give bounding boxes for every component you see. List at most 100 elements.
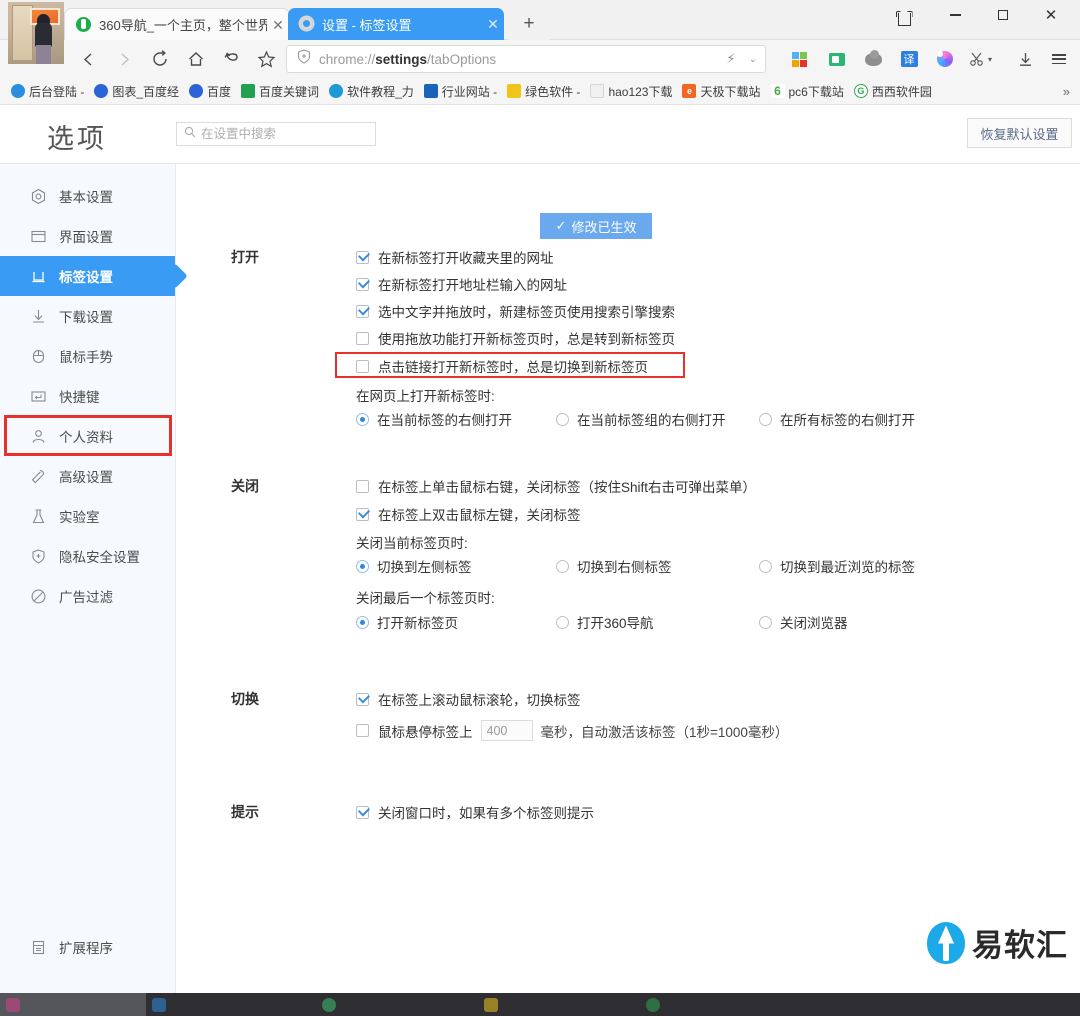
reset-defaults-button[interactable]: 恢复默认设置	[967, 118, 1072, 148]
download-icon[interactable]	[1010, 44, 1040, 74]
back-button[interactable]	[72, 43, 104, 75]
checkbox-label: 在标签上双击鼠标左键，关闭标签	[378, 508, 581, 523]
scissors-dropdown-icon[interactable]: ▾	[984, 44, 996, 74]
checkbox-row-prompt-on-close-window[interactable]: 关闭窗口时，如果有多个标签则提示	[356, 802, 594, 822]
undo-button[interactable]	[216, 43, 248, 75]
taskbar-item[interactable]	[322, 996, 341, 1013]
checkbox-row-dblclick-close-tab[interactable]: 在标签上双击鼠标左键，关闭标签	[356, 504, 581, 524]
skin-theme-button[interactable]	[882, 3, 924, 33]
address-bar[interactable]: chrome://settings/tabOptions ⚡ ⌄	[286, 45, 766, 73]
checkbox-row-hover-activate-tab[interactable]: 鼠标悬停标签上 毫秒，自动激活该标签（1秒=1000毫秒）	[356, 720, 788, 741]
radio-indicator[interactable]	[556, 559, 569, 573]
new-tab-button[interactable]: +	[508, 8, 550, 40]
radio-switch-to-right-tab[interactable]: 切换到右侧标签	[556, 556, 672, 576]
search-input[interactable]	[201, 127, 361, 141]
bookmark-item[interactable]: 行业网站 -	[419, 81, 502, 102]
checkbox-row-open-urlbar-newtab[interactable]: 在新标签打开地址栏输入的网址	[356, 274, 567, 294]
bookmark-item[interactable]: 6 pc6下载站	[766, 81, 849, 102]
tab-1-close-icon[interactable]: ✕	[267, 18, 289, 32]
sidebar-item-extensions[interactable]: 扩展程序	[0, 927, 176, 967]
bookmark-item[interactable]: 绿色软件 -	[502, 81, 585, 102]
sidebar-item-basic[interactable]: 基本设置	[0, 176, 175, 216]
hover-delay-input[interactable]	[480, 720, 533, 741]
sidebar-item-lab[interactable]: 实验室	[0, 496, 175, 536]
radio-open-right-of-tab-group[interactable]: 在当前标签组的右侧打开	[556, 409, 726, 429]
radio-switch-to-recent-tab[interactable]: 切换到最近浏览的标签	[759, 556, 915, 576]
ai-swirl-icon[interactable]	[930, 44, 960, 74]
checkbox-indicator[interactable]	[356, 277, 369, 291]
bookmark-item[interactable]: hao123下载	[585, 81, 677, 102]
checkbox-indicator[interactable]	[356, 692, 369, 706]
bookmark-item[interactable]: e 天极下载站	[677, 81, 765, 102]
bookmark-star-button[interactable]	[250, 43, 282, 75]
sidebar-item-interface[interactable]: 界面设置	[0, 216, 175, 256]
cloud-icon[interactable]	[858, 44, 888, 74]
bookmark-item[interactable]: 百度	[184, 81, 236, 102]
maximize-button[interactable]	[982, 0, 1024, 30]
sidebar-item-ad-filter[interactable]: 广告过滤	[0, 576, 175, 616]
sidebar-item-advanced[interactable]: 高级设置	[0, 456, 175, 496]
radio-indicator[interactable]	[356, 412, 369, 426]
checkbox-indicator[interactable]	[356, 507, 369, 521]
sidebar-item-privacy[interactable]: 隐私安全设置	[0, 536, 175, 576]
home-button[interactable]	[180, 43, 212, 75]
bookmarks-overflow-button[interactable]: »	[1063, 84, 1070, 99]
checkbox-indicator[interactable]	[356, 250, 369, 264]
taskbar-item[interactable]	[646, 996, 665, 1013]
main-menu-icon[interactable]	[1044, 44, 1074, 74]
checkbox-row-scroll-switch-tab[interactable]: 在标签上滚动鼠标滚轮，切换标签	[356, 689, 581, 709]
radio-indicator[interactable]	[556, 615, 569, 629]
radio-switch-to-left-tab[interactable]: 切换到左侧标签	[356, 556, 472, 576]
radio-indicator[interactable]	[556, 412, 569, 426]
search-box[interactable]	[176, 122, 376, 146]
radio-indicator[interactable]	[356, 615, 369, 629]
sidebar-item-tabs[interactable]: 标签设置	[0, 256, 175, 296]
sidebar-item-profile[interactable]: 个人资料	[0, 416, 175, 456]
bookmark-item[interactable]: G 西西软件园	[849, 81, 937, 102]
checkbox-indicator[interactable]	[356, 304, 369, 318]
sidebar-item-shortcuts[interactable]: 快捷键	[0, 376, 175, 416]
sidebar-item-mouse-gesture[interactable]: 鼠标手势	[0, 336, 175, 376]
wallet-icon[interactable]	[822, 44, 852, 74]
bookmark-item[interactable]: 后台登陆 -	[6, 81, 89, 102]
bookmark-item[interactable]: 图表_百度经	[89, 81, 184, 102]
tab-2-close-icon[interactable]: ✕	[482, 17, 504, 31]
checkbox-indicator[interactable]	[356, 479, 369, 493]
checkbox-indicator[interactable]	[356, 724, 369, 737]
checkbox-indicator[interactable]	[356, 805, 369, 819]
translate-icon[interactable]: 译	[894, 44, 924, 74]
radio-open-right-of-all-tabs[interactable]: 在所有标签的右侧打开	[759, 409, 915, 429]
checkbox-row-drag-goto-newtab[interactable]: 使用拖放功能打开新标签页时，总是转到新标签页	[356, 328, 675, 348]
minimize-button[interactable]	[934, 0, 976, 30]
close-window-button[interactable]: ✕	[1030, 0, 1072, 30]
bookmark-item[interactable]: 百度关键词	[236, 81, 324, 102]
sidebar-item-label: 鼠标手势	[59, 350, 113, 365]
radio-indicator[interactable]	[759, 615, 772, 629]
apps-grid-icon[interactable]	[784, 44, 814, 74]
radio-open-new-tab-page[interactable]: 打开新标签页	[356, 612, 458, 632]
undo-arrow-icon	[224, 52, 238, 61]
browser-tab-2-active[interactable]: 设置 - 标签设置 ✕	[288, 8, 504, 40]
radio-indicator[interactable]	[759, 412, 772, 426]
lightning-icon[interactable]: ⚡	[721, 51, 741, 67]
reload-button[interactable]	[144, 43, 176, 75]
bookmark-item[interactable]: 软件教程_力	[324, 81, 419, 102]
radio-indicator[interactable]	[356, 559, 369, 573]
browser-tab-1[interactable]: 360导航_一个主页，整个世界 ✕	[64, 8, 290, 40]
checkbox-indicator[interactable]	[356, 359, 369, 373]
sidebar-item-download[interactable]: 下载设置	[0, 296, 175, 336]
forward-button[interactable]	[108, 43, 140, 75]
taskbar-item[interactable]	[484, 996, 503, 1013]
radio-indicator[interactable]	[759, 559, 772, 573]
radio-open-360-nav[interactable]: 打开360导航	[556, 612, 654, 632]
checkbox-row-drag-text-search[interactable]: 选中文字并拖放时，新建标签页使用搜索引擎搜索	[356, 301, 675, 321]
checkbox-row-open-bookmark-newtab[interactable]: 在新标签打开收藏夹里的网址	[356, 247, 554, 267]
radio-close-browser[interactable]: 关闭浏览器	[759, 612, 848, 632]
radio-open-right-of-current-tab[interactable]: 在当前标签的右侧打开	[356, 409, 512, 429]
taskbar-item[interactable]	[152, 996, 171, 1013]
chevron-down-icon[interactable]: ⌄	[741, 54, 765, 65]
taskbar-item[interactable]	[6, 996, 25, 1013]
checkbox-row-rightclick-close-tab[interactable]: 在标签上单击鼠标右键，关闭标签（按住Shift右击可弹出菜单）	[356, 476, 756, 496]
checkbox-indicator[interactable]	[356, 331, 369, 345]
checkbox-row-link-switch-newtab[interactable]: 点击链接打开新标签时，总是切换到新标签页	[356, 356, 648, 376]
